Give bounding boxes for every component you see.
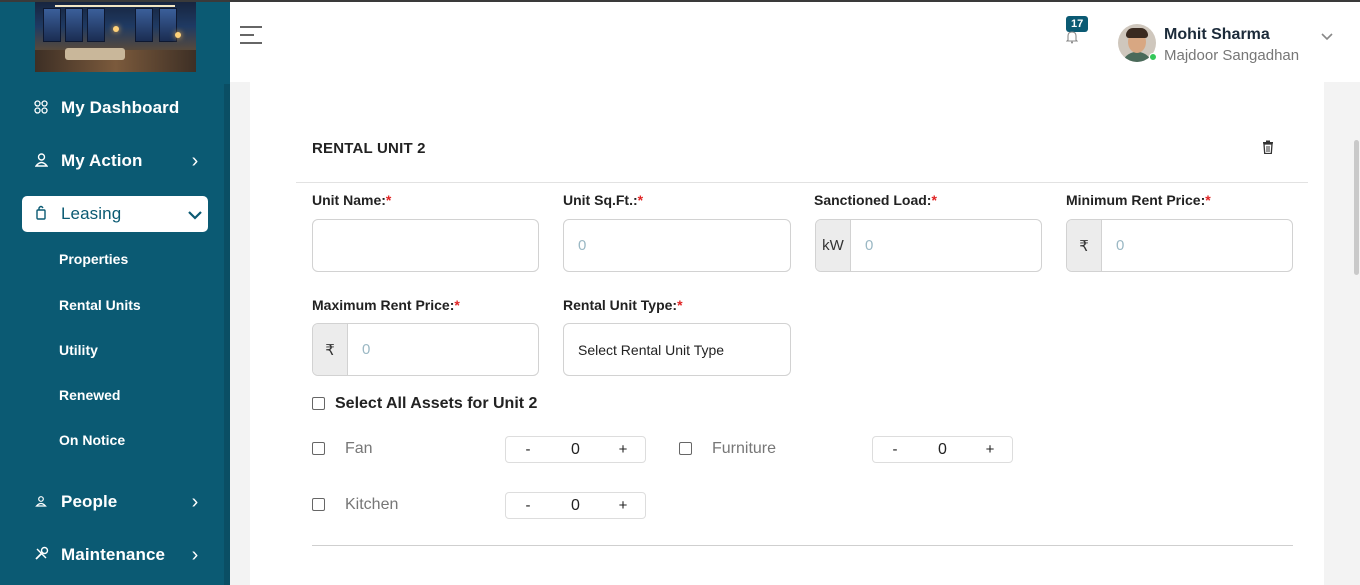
chevron-right-icon: › bbox=[191, 543, 199, 566]
lease-icon bbox=[26, 205, 56, 223]
sub-nav-renewed[interactable]: Renewed bbox=[59, 387, 120, 403]
nav-label: People bbox=[61, 492, 118, 511]
chevron-right-icon: › bbox=[191, 149, 199, 172]
content-scrollbar[interactable] bbox=[1354, 140, 1359, 275]
chevron-down-icon bbox=[182, 203, 208, 226]
sub-nav-on-notice[interactable]: On Notice bbox=[59, 432, 125, 448]
menu-toggle-icon[interactable] bbox=[240, 26, 262, 50]
sidebar: My Dashboard My Action › Leasing Propert… bbox=[0, 0, 230, 585]
quantity-value: 0 bbox=[571, 496, 580, 514]
grid-icon bbox=[26, 99, 56, 117]
sidebar-scrollbar[interactable] bbox=[224, 84, 230, 585]
nav-label: My Action bbox=[61, 151, 143, 170]
user-org: Majdoor Sangadhan bbox=[1164, 47, 1300, 64]
user-name[interactable]: Mohit Sharma bbox=[1164, 26, 1270, 44]
increment-button[interactable]: + bbox=[968, 441, 1012, 458]
nav-leasing[interactable]: Leasing bbox=[22, 196, 208, 232]
brand-logo-image bbox=[35, 2, 196, 72]
bell-icon[interactable] bbox=[1065, 30, 1079, 47]
asset-kitchen-label: Kitchen bbox=[345, 496, 399, 513]
trash-icon[interactable] bbox=[1262, 140, 1276, 156]
rupee-addon: ₹ bbox=[1067, 220, 1102, 271]
card-title: RENTAL UNIT 2 bbox=[312, 140, 426, 157]
rental-unit-type-select[interactable]: Select Rental Unit Type bbox=[563, 323, 791, 376]
max-rent-label: Maximum Rent Price:* bbox=[312, 297, 460, 313]
sub-nav-properties[interactable]: Properties bbox=[59, 251, 128, 267]
people-icon bbox=[26, 495, 56, 510]
sanctioned-load-input[interactable]: kW 0 bbox=[815, 219, 1042, 272]
select-all-assets-label: Select All Assets for Unit 2 bbox=[335, 395, 538, 412]
asset-furniture-stepper: - 0 + bbox=[872, 436, 1013, 463]
asset-kitchen-checkbox[interactable] bbox=[312, 498, 325, 511]
decrement-button[interactable]: - bbox=[506, 441, 550, 458]
chevron-right-icon: › bbox=[191, 490, 199, 513]
online-status-dot bbox=[1149, 53, 1157, 61]
nav-people[interactable]: People › bbox=[22, 484, 208, 520]
select-all-assets-checkbox[interactable] bbox=[312, 397, 325, 410]
nav-my-action[interactable]: My Action › bbox=[22, 143, 208, 179]
nav-maintenance[interactable]: Maintenance › bbox=[22, 537, 208, 573]
unit-type-label: Rental Unit Type:* bbox=[563, 297, 683, 313]
unit-name-input[interactable] bbox=[312, 219, 539, 272]
chevron-down-icon[interactable] bbox=[1320, 28, 1334, 44]
max-rent-input[interactable]: ₹ 0 bbox=[312, 323, 539, 376]
footer-divider bbox=[312, 545, 1293, 546]
top-border bbox=[0, 0, 1360, 2]
sub-nav-utility[interactable]: Utility bbox=[59, 342, 98, 358]
kw-addon: kW bbox=[816, 220, 851, 271]
nav-my-dashboard[interactable]: My Dashboard bbox=[22, 90, 208, 126]
decrement-button[interactable]: - bbox=[873, 441, 917, 458]
sanctioned-load-label: Sanctioned Load:* bbox=[814, 192, 937, 208]
increment-button[interactable]: + bbox=[601, 441, 645, 458]
header-divider bbox=[296, 182, 1308, 183]
unit-name-label: Unit Name:* bbox=[312, 192, 392, 208]
increment-button[interactable]: + bbox=[601, 497, 645, 514]
sub-nav-rental-units[interactable]: Rental Units bbox=[59, 297, 141, 313]
rental-unit-card: RENTAL UNIT 2 Unit Name:* Unit Sq.Ft.:* … bbox=[250, 82, 1324, 585]
top-header: 17 Mohit Sharma Majdoor Sangadhan bbox=[230, 2, 1360, 82]
asset-fan-label: Fan bbox=[345, 440, 373, 457]
min-rent-label: Minimum Rent Price:* bbox=[1066, 192, 1211, 208]
quantity-value: 0 bbox=[938, 440, 947, 458]
nav-label: My Dashboard bbox=[61, 98, 180, 117]
quantity-value: 0 bbox=[571, 440, 580, 458]
nav-label: Maintenance bbox=[61, 545, 166, 564]
min-rent-input[interactable]: ₹ 0 bbox=[1066, 219, 1293, 272]
asset-kitchen-stepper: - 0 + bbox=[505, 492, 646, 519]
asset-furniture-checkbox[interactable] bbox=[679, 442, 692, 455]
unit-sqft-input[interactable]: 0 bbox=[563, 219, 791, 272]
rupee-addon: ₹ bbox=[313, 324, 348, 375]
unit-sqft-label: Unit Sq.Ft.:* bbox=[563, 192, 644, 208]
asset-fan-stepper: - 0 + bbox=[505, 436, 646, 463]
asset-fan-checkbox[interactable] bbox=[312, 442, 325, 455]
decrement-button[interactable]: - bbox=[506, 497, 550, 514]
tools-icon bbox=[26, 546, 56, 564]
user-icon bbox=[26, 152, 56, 170]
asset-furniture-label: Furniture bbox=[712, 440, 777, 457]
nav-label: Leasing bbox=[61, 204, 122, 223]
